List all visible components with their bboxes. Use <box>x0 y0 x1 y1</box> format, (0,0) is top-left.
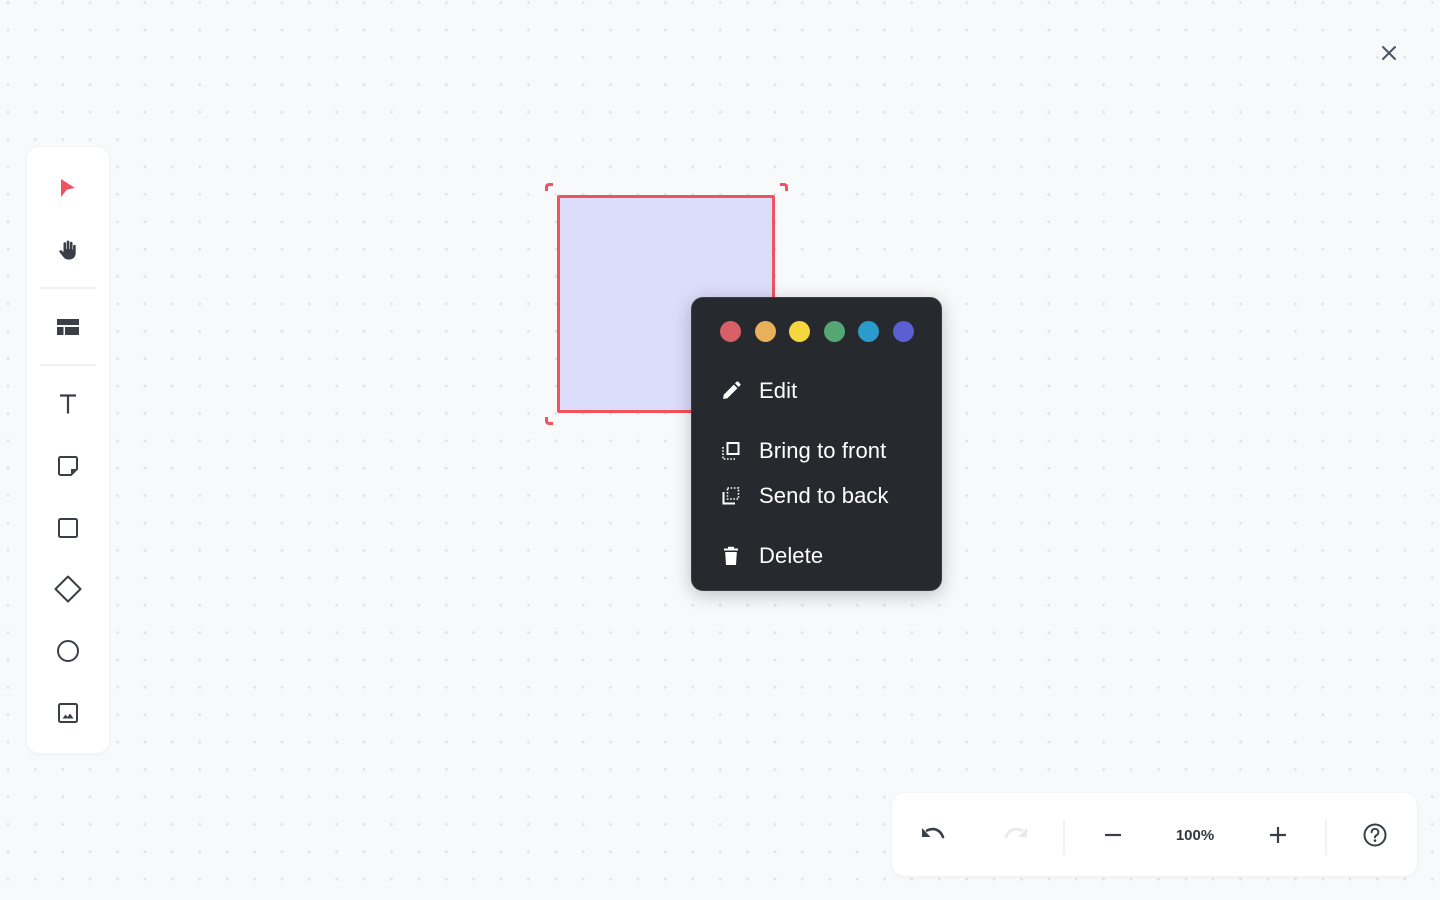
circle-icon <box>57 640 79 662</box>
image-icon <box>58 703 78 723</box>
zoom-level[interactable]: 100% <box>1162 813 1228 857</box>
bottom-toolbar: 100% <box>892 793 1417 876</box>
toolbar-divider <box>40 364 96 366</box>
color-swatches <box>720 321 914 342</box>
minus-icon <box>1105 833 1121 837</box>
menu-item-delete[interactable]: Delete <box>704 536 930 576</box>
tool-text[interactable] <box>38 382 98 426</box>
pencil-icon <box>723 381 741 399</box>
bring-to-front-icon <box>722 442 740 460</box>
menu-item-label: Edit <box>759 378 798 403</box>
color-swatch-green[interactable] <box>823 321 845 342</box>
send-to-back-icon <box>722 487 740 505</box>
bottom-toolbar-divider <box>1063 820 1065 855</box>
toolbar-divider <box>40 287 96 289</box>
plus-icon <box>1270 827 1286 843</box>
bottom-toolbar-divider <box>1325 820 1327 855</box>
zoom-in-button[interactable] <box>1253 813 1303 857</box>
sticky-note-icon <box>58 456 78 476</box>
diamond-icon <box>54 575 82 603</box>
zoom-out-button[interactable] <box>1088 813 1138 857</box>
color-swatch-orange[interactable] <box>754 321 776 342</box>
undo-icon <box>922 827 945 839</box>
close-button[interactable] <box>1376 40 1402 66</box>
menu-item-edit[interactable]: Edit <box>704 371 930 411</box>
help-circle-icon <box>1363 823 1387 847</box>
hand-icon <box>59 240 76 260</box>
text-icon <box>60 394 76 414</box>
menu-item-label: Delete <box>759 543 824 568</box>
tool-ellipse[interactable] <box>38 629 98 673</box>
menu-item-bring-to-front[interactable]: Bring to front <box>704 431 930 471</box>
tool-toolbar <box>27 147 109 753</box>
undo-button[interactable] <box>908 813 958 857</box>
layout-template-icon <box>57 319 79 335</box>
menu-item-label: Bring to front <box>759 438 887 463</box>
tool-template[interactable] <box>38 305 98 349</box>
cursor-arrow-icon <box>61 179 75 197</box>
redo-button[interactable] <box>991 813 1041 857</box>
color-swatch-red[interactable] <box>720 321 741 342</box>
tool-select[interactable] <box>38 166 98 210</box>
color-swatch-yellow[interactable] <box>789 321 811 342</box>
menu-item-send-to-back[interactable]: Send to back <box>704 476 930 516</box>
selection-handle-top-right[interactable] <box>780 183 788 191</box>
square-icon <box>58 518 78 538</box>
trash-icon <box>724 546 738 565</box>
tool-diamond[interactable] <box>38 567 98 611</box>
shape-context-menu: Edit Bring to front Send to back Delete <box>691 297 942 591</box>
menu-item-label: Send to back <box>759 483 889 508</box>
close-icon <box>1382 46 1396 60</box>
selection-handle-bottom-left[interactable] <box>545 417 553 425</box>
color-swatch-blue[interactable] <box>858 321 880 342</box>
help-button[interactable] <box>1350 813 1400 857</box>
tool-rectangle[interactable] <box>38 506 98 550</box>
tool-hand[interactable] <box>38 228 98 272</box>
tool-sticky-note[interactable] <box>38 444 98 488</box>
tool-image[interactable] <box>38 691 98 735</box>
redo-icon <box>1004 827 1027 839</box>
color-swatch-purple[interactable] <box>892 321 914 342</box>
selection-handle-top-left[interactable] <box>545 183 553 191</box>
